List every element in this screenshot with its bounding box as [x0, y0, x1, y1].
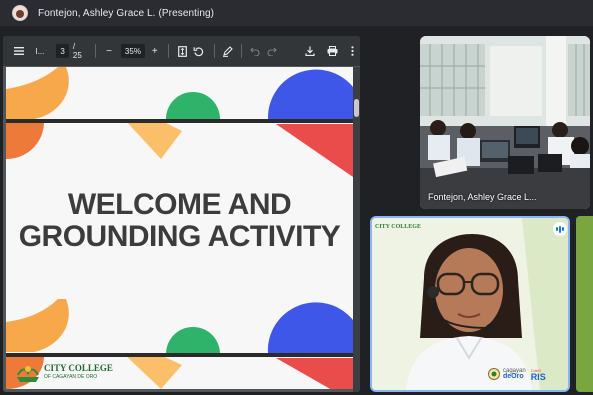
- undo-icon[interactable]: [248, 43, 262, 59]
- toolbar-divider: [241, 44, 242, 58]
- pdf-toolbar: I... 3 / 25 − 35% +: [3, 36, 360, 66]
- meeting-stage: Fontejon, Ashley Grace L. (Presenting) I…: [0, 0, 593, 395]
- annotate-icon[interactable]: [221, 43, 235, 59]
- college-logo: CITY COLLEGE OF CAGAYAN DE ORO: [16, 359, 116, 387]
- page-number-input[interactable]: 3: [56, 44, 69, 58]
- participant-tile-classroom[interactable]: Fontejon, Ashley Grace L...: [420, 36, 590, 209]
- speaker-logo-text: CITY COLLEGE: [375, 224, 421, 230]
- zoom-level-input[interactable]: 35%: [121, 44, 145, 58]
- download-icon[interactable]: [303, 43, 317, 59]
- pdf-viewer: I... 3 / 25 − 35% + WELCOME AND GROUNDIN…: [3, 36, 360, 392]
- toolbar-divider: [168, 44, 169, 58]
- document-title: I...: [35, 46, 45, 56]
- slide-heading-line1: WELCOME AND: [67, 188, 292, 221]
- zoom-in-icon[interactable]: +: [148, 43, 162, 59]
- more-vert-icon[interactable]: [346, 43, 360, 59]
- page-total: / 25: [72, 42, 82, 60]
- speaker-video: [372, 218, 568, 390]
- brand-oro: Oro: [511, 373, 524, 380]
- brand-strip: cagayan deOro CdeO RIS: [488, 368, 546, 382]
- participant-tile-partial[interactable]: [576, 216, 593, 392]
- presenter-bar: Fontejon, Ashley Grace L. (Presenting): [0, 0, 593, 26]
- presenter-title: Fontejon, Ashley Grace L. (Presenting): [38, 7, 215, 19]
- redo-icon[interactable]: [264, 43, 278, 59]
- fit-page-icon[interactable]: [175, 43, 189, 59]
- city-seal-icon: [488, 368, 500, 380]
- participant-name-label: Fontejon, Ashley Grace L...: [428, 192, 537, 202]
- brand-ris: RIS: [530, 372, 546, 382]
- slide-heading-line2: GROUNDING ACTIVITY: [18, 220, 341, 253]
- college-crest-icon: [17, 366, 39, 382]
- scrollbar-thumb[interactable]: [354, 99, 359, 117]
- speaking-indicator-icon: [553, 222, 567, 236]
- toolbar-divider: [94, 44, 96, 58]
- zoom-out-icon[interactable]: −: [102, 43, 116, 59]
- classroom-video: [420, 36, 590, 209]
- print-icon[interactable]: [325, 43, 339, 59]
- menu-icon[interactable]: [12, 43, 26, 59]
- toolbar-divider: [213, 44, 215, 58]
- slide-page: WELCOME AND GROUNDING ACTIVITY CITY COLL…: [6, 67, 353, 389]
- brand-de: de: [503, 373, 512, 380]
- logo-title: CITY COLLEGE: [44, 363, 113, 373]
- participant-tile-speaker[interactable]: CITY COLLEGE cagayan deOro CdeO RIS: [370, 216, 570, 392]
- rotate-icon[interactable]: [191, 43, 205, 59]
- logo-subtitle: OF CAGAYAN DE ORO: [44, 374, 98, 380]
- pdf-scrollbar[interactable]: [353, 67, 360, 392]
- user-avatar-icon: [12, 5, 28, 21]
